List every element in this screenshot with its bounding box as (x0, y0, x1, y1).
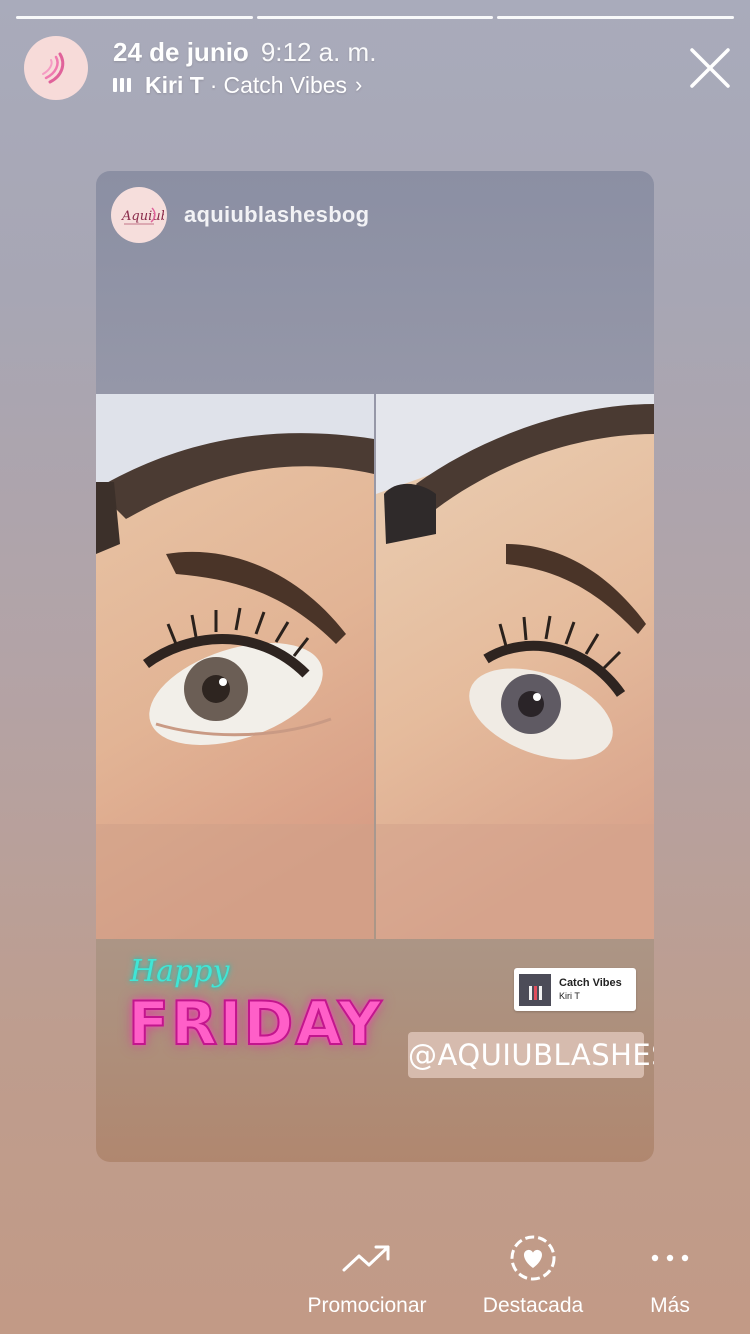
close-button[interactable] (686, 44, 734, 92)
brand-logo-icon: Aquiub (121, 207, 164, 225)
progress-segment-3 (497, 16, 735, 19)
promote-button[interactable]: Promocionar (292, 1234, 442, 1318)
music-bars-icon (113, 76, 131, 94)
music-sticker[interactable]: Catch Vibes Kiri T (514, 968, 636, 1011)
heart-circle-icon (510, 1235, 556, 1281)
story-timestamp: 24 de junio 9:12 a. m. (113, 36, 376, 68)
close-icon (690, 48, 730, 88)
more-dots-icon (651, 1254, 689, 1262)
music-song: Catch Vibes (223, 72, 348, 98)
svg-text:Aquiub: Aquiub (121, 209, 164, 224)
album-art-icon (519, 973, 551, 1006)
promote-label: Promocionar (307, 1294, 427, 1317)
story-progress-bar (16, 16, 735, 19)
eyelash-photo-left (96, 394, 374, 939)
story-date: 24 de junio (113, 37, 249, 67)
mention-sticker[interactable]: @AQUIUBLASHES (408, 1032, 654, 1078)
chevron-right-icon: › (355, 72, 363, 97)
music-attribution[interactable]: Kiri T · Catch Vibes › (113, 70, 362, 100)
shared-post-card[interactable]: Aquiub aquiublashesbog (96, 171, 654, 1162)
trending-up-icon (342, 1245, 390, 1272)
more-label: Más (650, 1294, 690, 1317)
friday-sticker: FRIDAY (127, 988, 384, 1060)
music-artist: Kiri T (145, 72, 204, 98)
progress-segment-1 (16, 16, 253, 19)
music-sticker-artist: Kiri T (559, 990, 580, 1001)
happy-sticker: Happy (130, 954, 230, 989)
profile-avatar[interactable] (24, 36, 88, 100)
separator-dot: · (209, 72, 218, 98)
music-sticker-song: Catch Vibes (559, 976, 622, 989)
brand-logo-icon (42, 52, 65, 84)
eyelash-photo-right (376, 394, 654, 939)
post-author-username[interactable]: aquiublashesbog (184, 202, 369, 228)
story-time: 9:12 a. m. (260, 37, 377, 67)
more-button[interactable]: Más (630, 1234, 710, 1318)
highlight-label: Destacada (482, 1294, 584, 1317)
highlight-button[interactable]: Destacada (468, 1234, 598, 1318)
progress-segment-2 (256, 16, 494, 19)
post-author-avatar[interactable]: Aquiub (111, 187, 167, 243)
